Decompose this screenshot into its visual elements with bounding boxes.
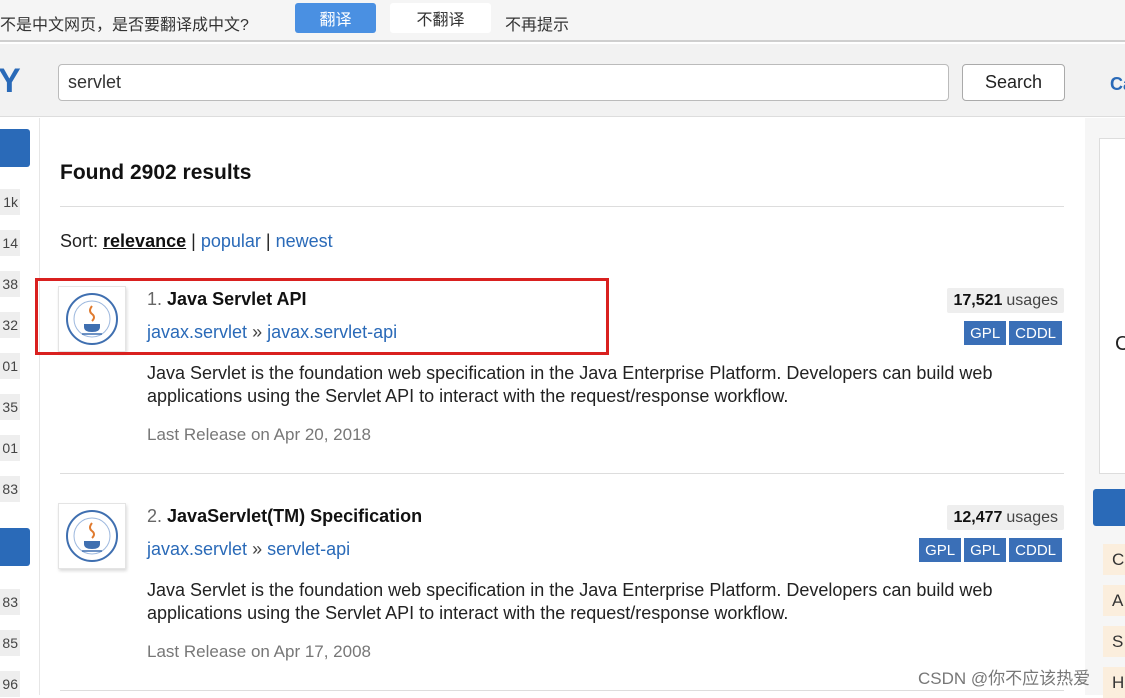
usages-badge: 17,521 usages <box>947 288 1064 313</box>
usages-label: usages <box>1006 508 1058 526</box>
artifact-link[interactable]: servlet-api <box>267 539 350 559</box>
license-badge[interactable]: CDDL <box>1009 321 1062 345</box>
left-sidebar: 1k 14 38 32 01 35 01 83 83 85 96 <box>0 118 40 697</box>
sort-relevance-link[interactable]: relevance <box>103 231 186 251</box>
result-name-link[interactable]: JavaServlet(TM) Specification <box>167 506 422 526</box>
result-description: Java Servlet is the foundation web speci… <box>147 363 993 406</box>
sidebar-count: 01 <box>0 353 20 379</box>
ad-panel <box>1099 138 1125 474</box>
ad-text: C <box>1115 333 1125 355</box>
license-badge[interactable]: CDDL <box>1009 538 1062 562</box>
right-sidebar: C C A S H <box>1085 118 1125 698</box>
sidebar-category-button[interactable] <box>0 528 30 566</box>
result-title[interactable]: 2. JavaServlet(TM) Specification <box>147 506 422 527</box>
highlight-annotation-box <box>35 278 609 355</box>
sidebar-count: 01 <box>0 435 20 461</box>
sidebar-tag[interactable]: C <box>1103 544 1125 575</box>
sidebar-count: 38 <box>0 271 20 297</box>
sidebar-category-button[interactable] <box>0 129 30 167</box>
usages-label: usages <box>1006 291 1058 309</box>
divider <box>60 690 1064 691</box>
never-prompt-link[interactable]: 不再提示 <box>505 11 569 35</box>
group-link[interactable]: javax.servlet <box>147 539 247 559</box>
license-badge[interactable]: GPL <box>919 538 962 562</box>
search-button[interactable]: Search <box>962 64 1065 101</box>
result-number: 2. <box>147 506 163 526</box>
translate-button[interactable]: 翻译 <box>295 3 376 33</box>
sidebar-count: 83 <box>0 589 20 615</box>
sort-popular-link[interactable]: popular <box>201 231 261 251</box>
sort-label: Sort: <box>60 231 99 251</box>
sidebar-count: 83 <box>0 476 20 502</box>
site-logo[interactable]: Y <box>0 62 21 101</box>
sidebar-category-button[interactable] <box>1093 489 1125 526</box>
search-results-main: Found 2902 results Sort: relevance | pop… <box>40 118 1085 695</box>
result-coordinates: javax.servlet » servlet-api <box>147 539 350 560</box>
no-translate-button[interactable]: 不翻译 <box>390 3 491 33</box>
site-header: Y servlet Search Ca <box>0 44 1125 117</box>
jcp-logo-icon[interactable] <box>58 503 126 569</box>
license-tags: GPL GPL CDDL <box>919 538 1062 562</box>
sort-newest-link[interactable]: newest <box>276 231 333 251</box>
sidebar-count: 32 <box>0 312 20 338</box>
result-description: Java Servlet is the foundation web speci… <box>147 580 993 623</box>
license-tags: GPL CDDL <box>964 321 1062 345</box>
results-count-heading: Found 2902 results <box>60 161 252 184</box>
license-badge[interactable]: GPL <box>964 321 1007 345</box>
path-separator: » <box>252 539 263 559</box>
translate-bar: 不是中文网页，是否要翻译成中文? 翻译 不翻译 不再提示 <box>0 0 1125 42</box>
sort-options: Sort: relevance | popular | newest <box>60 231 333 252</box>
divider <box>60 473 1064 474</box>
sidebar-tag[interactable]: S <box>1103 626 1125 657</box>
last-release-date: Last Release on Apr 20, 2018 <box>147 425 371 444</box>
sidebar-count: 96 <box>0 671 20 697</box>
sort-separator: | <box>265 231 271 251</box>
sort-separator: | <box>191 231 196 251</box>
header-nav-link[interactable]: Ca <box>1110 74 1125 95</box>
sidebar-count: 85 <box>0 630 20 656</box>
license-badge[interactable]: GPL <box>964 538 1007 562</box>
divider <box>60 206 1064 207</box>
sidebar-tag[interactable]: H <box>1103 667 1125 698</box>
usages-count: 12,477 <box>953 508 1003 526</box>
translate-prompt: 不是中文网页，是否要翻译成中文? <box>0 17 249 34</box>
usages-count: 17,521 <box>953 291 1003 309</box>
sidebar-count: 35 <box>0 394 20 420</box>
last-release-date: Last Release on Apr 17, 2008 <box>147 642 371 661</box>
usages-badge: 12,477 usages <box>947 505 1064 530</box>
watermark: CSDN @你不应该热爱 <box>918 669 1091 688</box>
sidebar-tag[interactable]: A <box>1103 585 1125 616</box>
sidebar-count: 14 <box>0 230 20 256</box>
sidebar-count: 1k <box>0 189 20 215</box>
search-input[interactable]: servlet <box>58 64 949 101</box>
